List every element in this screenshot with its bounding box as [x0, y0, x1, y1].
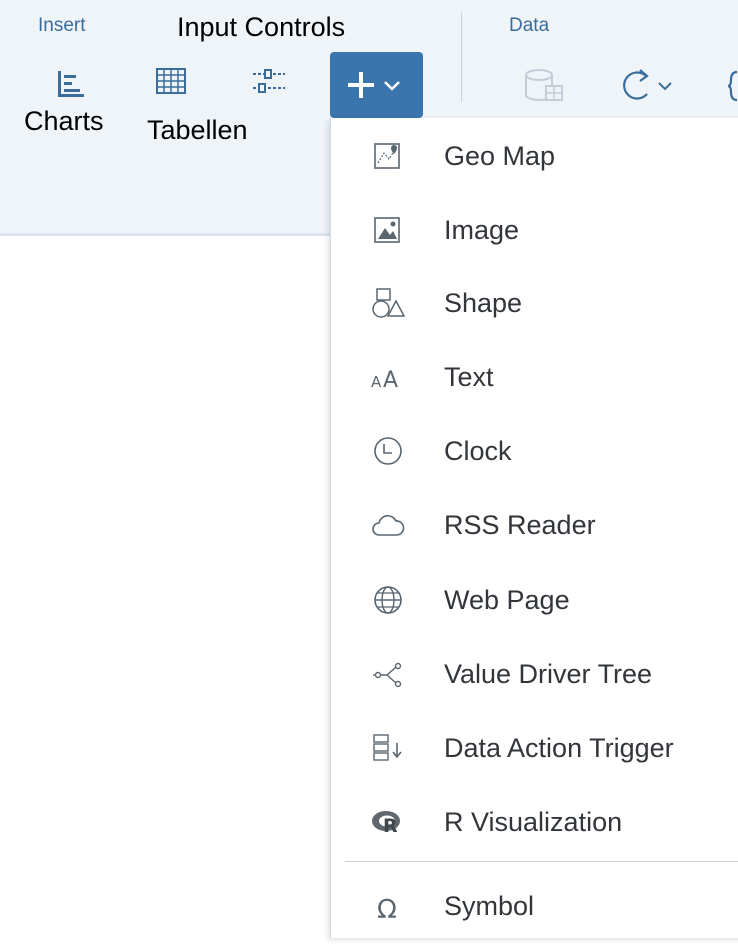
- refresh-chevron-icon: [623, 69, 672, 100]
- bar-chart-icon: [58, 71, 84, 97]
- add-dropdown-menu: Geo Map Image Shape A A Text Clock RSS R…: [330, 118, 738, 938]
- menu-item-geo-map[interactable]: Geo Map: [331, 120, 738, 194]
- toolbar-divider: [461, 12, 462, 102]
- svg-text:A: A: [371, 373, 382, 391]
- clock-icon: [371, 434, 405, 468]
- plus-chevron-icon: [348, 72, 400, 98]
- tables-annotation: Tabellen: [147, 115, 248, 145]
- menu-item-label: Clock: [444, 436, 512, 466]
- data-section-label: Data: [509, 15, 550, 36]
- charts-annotation: Charts: [24, 106, 104, 136]
- geo-map-icon: [371, 139, 405, 173]
- input-controls-annotation: Input Controls: [177, 12, 346, 42]
- menu-item-label: RSS Reader: [444, 510, 596, 540]
- data-action-icon: [371, 731, 405, 765]
- menu-item-r-visualization[interactable]: R R Visualization: [331, 786, 738, 860]
- svg-text:R: R: [383, 815, 398, 837]
- shape-icon: [371, 286, 405, 320]
- r-logo-icon: R: [371, 805, 405, 839]
- menu-item-label: R Visualization: [444, 807, 623, 837]
- menu-item-text[interactable]: A A Text: [331, 341, 738, 415]
- input-controls-button[interactable]: [251, 66, 287, 96]
- refresh-button[interactable]: [616, 66, 682, 106]
- more-data-button[interactable]: [728, 66, 738, 106]
- svg-text:A: A: [383, 368, 398, 393]
- globe-icon: [371, 583, 405, 617]
- menu-item-rss-reader[interactable]: RSS Reader: [331, 489, 738, 563]
- menu-item-symbol[interactable]: Ω Symbol: [331, 870, 738, 944]
- menu-item-value-driver-tree[interactable]: Value Driver Tree: [331, 638, 738, 712]
- menu-item-data-action-trigger[interactable]: Data Action Trigger: [331, 712, 738, 786]
- table-button[interactable]: [154, 66, 188, 96]
- menu-item-label: Data Action Trigger: [444, 733, 674, 763]
- menu-item-label: Geo Map: [444, 141, 556, 171]
- add-data-button[interactable]: [522, 68, 568, 106]
- table-grid-icon: [156, 68, 186, 94]
- brace-icon: [728, 70, 738, 102]
- menu-separator: [345, 861, 738, 862]
- insert-section-label: Insert: [38, 15, 86, 36]
- database-icon: [525, 69, 563, 101]
- text-icon: A A: [371, 360, 405, 394]
- menu-item-clock[interactable]: Clock: [331, 415, 738, 489]
- menu-item-web-page[interactable]: Web Page: [331, 564, 738, 638]
- menu-item-shape[interactable]: Shape: [331, 267, 738, 341]
- image-icon: [371, 213, 405, 247]
- sliders-icon: [253, 69, 285, 93]
- tree-icon: [371, 657, 405, 691]
- svg-text:Ω: Ω: [377, 895, 397, 923]
- cloud-icon: [371, 508, 405, 542]
- menu-item-label: Value Driver Tree: [444, 659, 653, 689]
- chart-button[interactable]: [56, 70, 86, 98]
- menu-item-label: Web Page: [444, 585, 570, 615]
- menu-item-label: Image: [444, 215, 520, 245]
- menu-item-label: Symbol: [444, 891, 535, 921]
- add-more-button[interactable]: [330, 52, 423, 118]
- menu-item-image[interactable]: Image: [331, 194, 738, 268]
- menu-item-label: Text: [444, 362, 494, 392]
- menu-item-label: Shape: [444, 288, 523, 318]
- omega-icon: Ω: [371, 889, 405, 923]
